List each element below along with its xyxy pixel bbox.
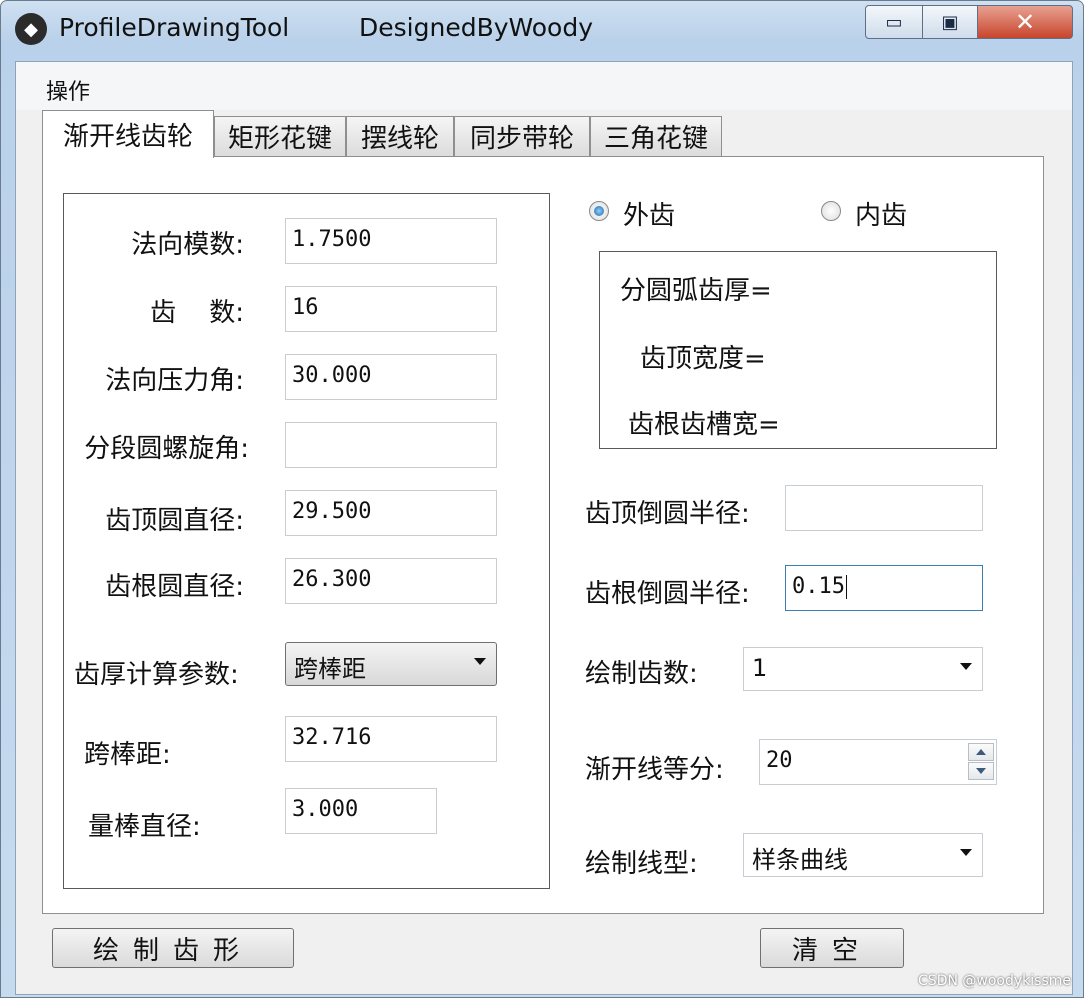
menu-operate[interactable]: 操作 <box>46 74 90 106</box>
external-gear-radio[interactable] <box>589 201 609 221</box>
arrow-up-icon <box>976 749 986 755</box>
root-fillet-input[interactable]: 0.15 <box>785 565 983 611</box>
minimize-icon: ▭ <box>885 11 903 33</box>
chevron-down-icon <box>960 663 972 670</box>
draw-teeth-label: 绘制齿数: <box>585 659 698 689</box>
thickness-param-label: 齿厚计算参数: <box>74 660 239 690</box>
helix-angle-label: 分段圆螺旋角: <box>84 434 249 464</box>
window-title: ProfileDrawingTool <box>59 13 290 42</box>
normal-module-label: 法向模数: <box>131 230 244 260</box>
draw-profile-button[interactable]: 绘制齿形 <box>52 928 294 968</box>
span-distance-label: 跨棒距: <box>84 740 171 770</box>
involute-div-spinner[interactable]: 20 <box>759 739 997 785</box>
arrow-down-icon <box>976 768 986 774</box>
tab-triangle-spline[interactable]: 三角花键 <box>590 116 722 156</box>
tip-fillet-input[interactable] <box>785 485 983 531</box>
app-window: ◆ ProfileDrawingTool DesignedByWoody ▭ ▣… <box>0 0 1084 998</box>
menu-bar: 操作 <box>16 62 1072 110</box>
client-area: 操作 渐开线齿轮 矩形花键 摆线轮 同步带轮 三角花键 法向模数: 1.7500… <box>15 61 1073 995</box>
app-icon: ◆ <box>15 13 47 45</box>
root-slot-width-text: 齿根齿槽宽= <box>628 410 780 440</box>
external-gear-label[interactable]: 外齿 <box>623 195 675 232</box>
parameter-group: 法向模数: 1.7500 齿 数: 16 法向压力角: 30.000 分段圆螺旋… <box>63 193 550 889</box>
tab-timing-pulley[interactable]: 同步带轮 <box>454 116 590 156</box>
normal-module-input[interactable]: 1.7500 <box>285 218 497 264</box>
internal-gear-radio[interactable] <box>821 201 841 221</box>
tab-rect-spline[interactable]: 矩形花键 <box>214 116 346 156</box>
rod-diameter-input[interactable]: 3.000 <box>285 788 437 834</box>
maximize-button[interactable]: ▣ <box>922 5 978 39</box>
window-subtitle: DesignedByWoody <box>359 13 594 42</box>
tab-page-involute-gear: 法向模数: 1.7500 齿 数: 16 法向压力角: 30.000 分段圆螺旋… <box>42 156 1044 914</box>
tip-diameter-input[interactable]: 29.500 <box>285 490 497 536</box>
text-caret <box>845 575 847 599</box>
spin-down-button[interactable] <box>968 762 994 780</box>
involute-div-value: 20 <box>766 748 793 773</box>
normal-pressure-angle-label: 法向压力角: <box>105 366 244 396</box>
watermark: CSDN @woodykissme <box>918 973 1071 989</box>
tip-diameter-label: 齿顶圆直径: <box>105 506 244 536</box>
teeth-count-label: 齿 数: <box>150 298 244 328</box>
root-diameter-label: 齿根圆直径: <box>105 572 244 602</box>
tip-width-text: 齿顶宽度= <box>640 344 766 374</box>
internal-gear-label[interactable]: 内齿 <box>855 195 907 232</box>
tab-involute-gear[interactable]: 渐开线齿轮 <box>42 110 214 158</box>
tab-cycloid[interactable]: 摆线轮 <box>346 116 454 156</box>
chevron-down-icon <box>474 658 486 665</box>
root-diameter-input[interactable]: 26.300 <box>285 558 497 604</box>
rod-diameter-label: 量棒直径: <box>88 812 201 842</box>
title-bar[interactable]: ◆ ProfileDrawingTool DesignedByWoody ▭ ▣… <box>1 1 1083 57</box>
teeth-count-input[interactable]: 16 <box>285 286 497 332</box>
spinner-arrows <box>968 743 994 781</box>
draw-teeth-value: 1 <box>752 654 768 682</box>
line-type-label: 绘制线型: <box>585 849 698 879</box>
minimize-button[interactable]: ▭ <box>865 5 923 39</box>
root-fillet-label: 齿根倒圆半径: <box>585 579 750 609</box>
span-distance-input[interactable]: 32.716 <box>285 716 497 762</box>
root-fillet-value: 0.15 <box>792 574 845 599</box>
spin-up-button[interactable] <box>968 743 994 761</box>
result-box: 分圆弧齿厚= 齿顶宽度= 齿根齿槽宽= <box>599 251 997 449</box>
involute-div-label: 渐开线等分: <box>585 755 724 785</box>
line-type-value: 样条曲线 <box>752 846 848 874</box>
close-button[interactable]: ✕ <box>977 5 1073 39</box>
draw-teeth-select[interactable]: 1 <box>743 647 983 691</box>
helix-angle-input[interactable] <box>285 422 497 468</box>
tip-fillet-label: 齿顶倒圆半径: <box>585 499 750 529</box>
clear-button[interactable]: 清空 <box>760 928 904 968</box>
normal-pressure-angle-input[interactable]: 30.000 <box>285 354 497 400</box>
line-type-select[interactable]: 样条曲线 <box>743 833 983 877</box>
chevron-down-icon <box>960 849 972 856</box>
close-icon: ✕ <box>1014 8 1036 36</box>
thickness-param-value: 跨棒距 <box>294 655 366 683</box>
arc-thickness-text: 分圆弧齿厚= <box>620 276 772 306</box>
thickness-param-select[interactable]: 跨棒距 <box>285 642 497 686</box>
maximize-icon: ▣ <box>941 11 959 33</box>
